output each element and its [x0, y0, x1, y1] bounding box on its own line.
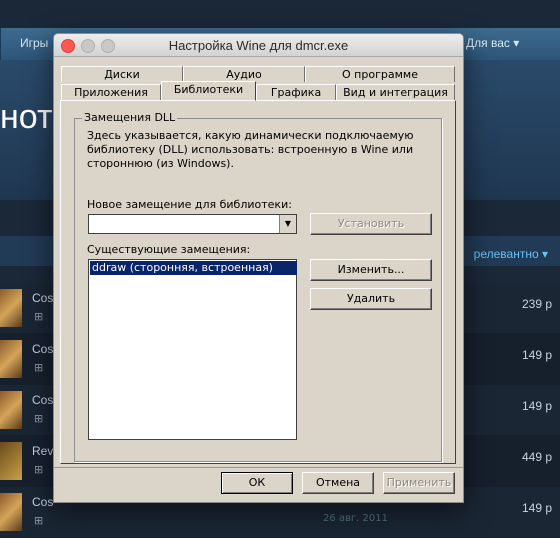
game-thumbnail [0, 289, 22, 327]
ok-button[interactable]: ОК [221, 472, 293, 494]
game-price: 149 р [521, 399, 552, 413]
game-title: Rev [32, 444, 54, 458]
game-thumbnail [0, 391, 22, 429]
game-thumbnail [0, 493, 22, 531]
tab-graphics[interactable]: Графика [256, 84, 336, 100]
remove-button[interactable]: Удалить [310, 288, 432, 310]
windows-icon: ⊞ [34, 463, 44, 476]
description-text: Здесь указывается, какую динамически под… [87, 129, 414, 170]
nav-games[interactable]: Игры [20, 36, 48, 50]
new-override-combobox[interactable]: ▼ [88, 214, 297, 234]
tab-desktop-integration[interactable]: Вид и интеграция [336, 84, 455, 100]
existing-overrides-label: Существующие замещения: [87, 243, 251, 256]
sort-select[interactable]: релевантно ▾ [474, 247, 548, 261]
game-price: 449 р [521, 450, 552, 464]
windows-icon: ⊞ [34, 514, 44, 527]
windows-icon: ⊞ [34, 310, 44, 323]
apply-button[interactable]: Применить [383, 472, 455, 494]
game-thumbnail [0, 442, 22, 480]
windows-icon: ⊞ [34, 412, 44, 425]
tab-about[interactable]: О программе [305, 66, 455, 82]
game-thumbnail [0, 340, 22, 378]
set-button[interactable]: Установить [310, 213, 432, 235]
game-title: Cos [32, 291, 54, 305]
list-item[interactable]: ddraw (сторонняя, встроенная) [90, 261, 297, 275]
tab-libraries[interactable]: Библиотеки [161, 81, 256, 101]
divider [54, 467, 463, 468]
window-titlebar[interactable]: Настройка Wine для dmcr.exe [54, 34, 463, 57]
window-title: Настройка Wine для dmcr.exe [168, 38, 349, 53]
game-price: 149 р [521, 501, 552, 515]
group-title: Замещения DLL [82, 111, 178, 124]
windows-icon: ⊞ [34, 361, 44, 374]
edit-button[interactable]: Изменить... [310, 259, 432, 281]
game-price: 239 р [521, 297, 552, 311]
tab-audio[interactable]: Аудио [183, 66, 305, 82]
nav-separator [0, 28, 1, 60]
tab-drives[interactable]: Диски [61, 66, 183, 82]
release-date: 26 авг. 2011 [323, 513, 388, 524]
game-price: 149 р [521, 348, 552, 362]
cancel-button[interactable]: Отмена [302, 472, 374, 494]
game-title: Cos [32, 495, 54, 509]
game-title: Cos [32, 393, 54, 407]
game-title: Cos [32, 342, 54, 356]
tab-applications[interactable]: Приложения [61, 84, 161, 100]
winecfg-dialog: Настройка Wine для dmcr.exe Диски Аудио … [53, 33, 464, 503]
new-override-label: Новое замещение для библиотеки: [87, 198, 292, 211]
nav-for-you[interactable]: Для вас ▾ [466, 36, 519, 50]
dropdown-arrow-icon[interactable]: ▼ [279, 215, 296, 233]
existing-overrides-list[interactable]: ddraw (сторонняя, встроенная) [88, 259, 297, 440]
